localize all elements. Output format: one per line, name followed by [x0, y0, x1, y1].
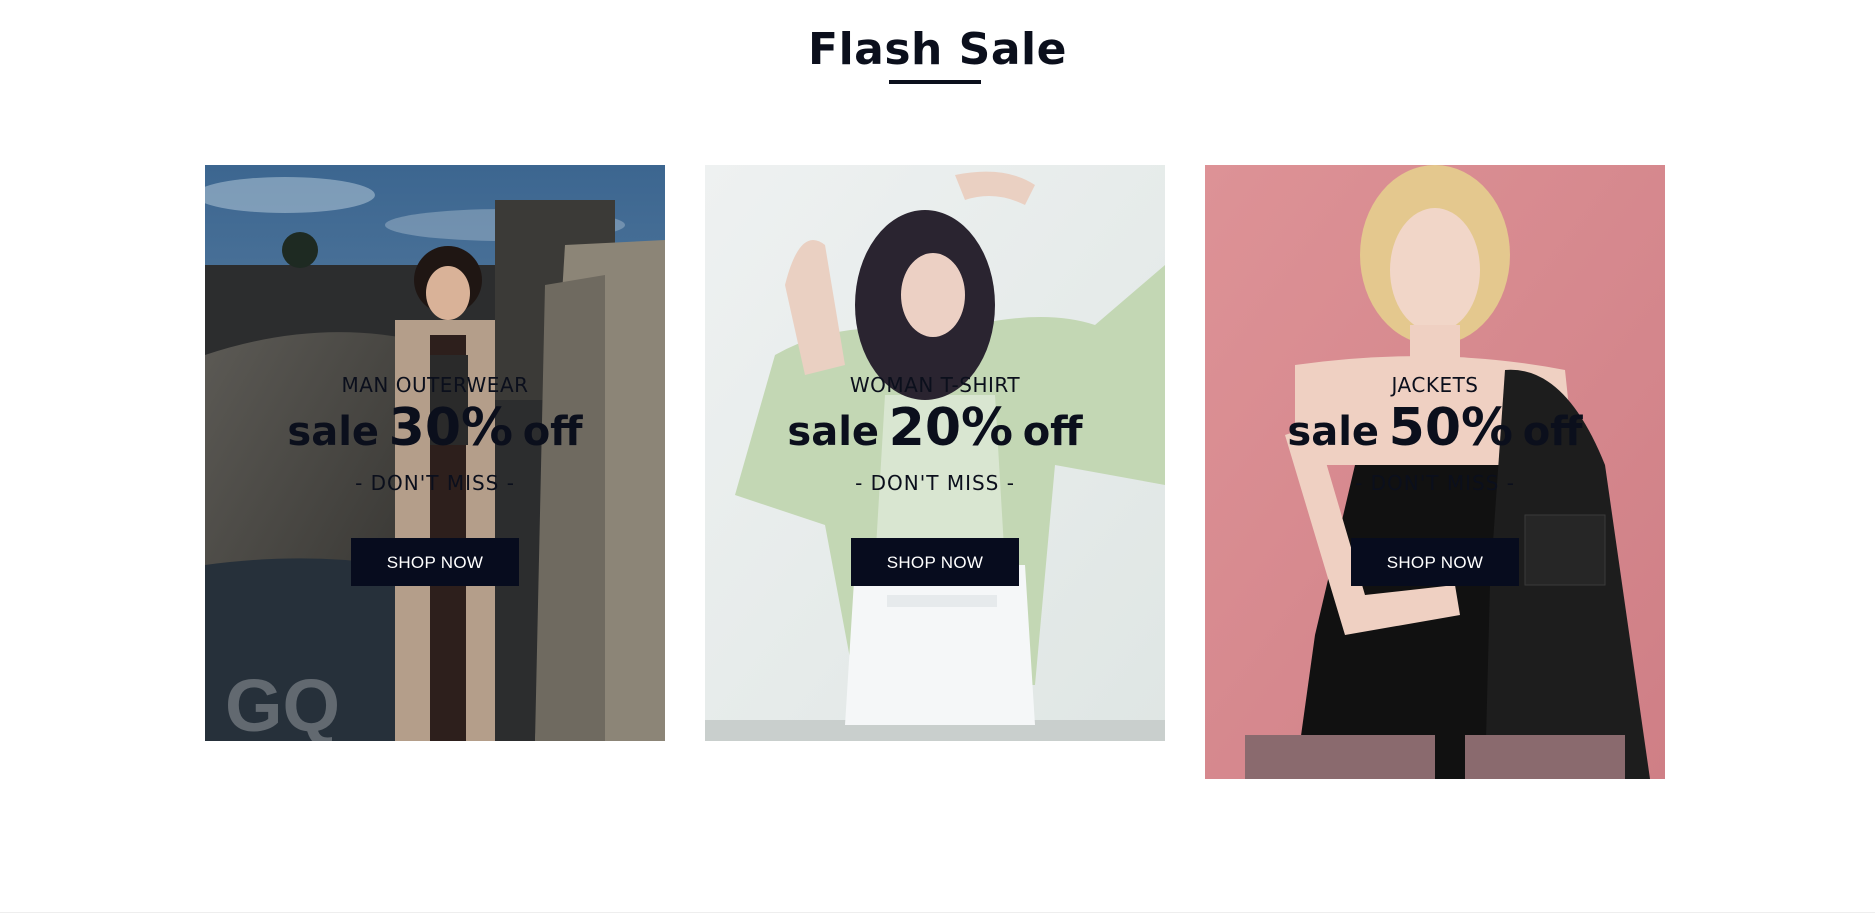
promo-content: JACKETS sale 50% off - DON'T MISS - SHOP… — [1205, 372, 1665, 586]
off-word: off — [522, 409, 583, 455]
promo-content: MAN OUTERWEAR sale 30% off - DON'T MISS … — [205, 372, 665, 586]
discount-percent: 30% — [388, 398, 514, 458]
discount-percent: 50% — [1388, 398, 1514, 458]
off-word: off — [1522, 409, 1583, 455]
promo-discount: sale 20% off — [705, 400, 1165, 468]
gq-watermark: GQ — [225, 664, 340, 741]
promo-discount: sale 50% off — [1205, 400, 1665, 468]
title-underline — [889, 80, 981, 84]
shop-now-button[interactable]: SHOP NOW — [351, 538, 519, 586]
sale-word: sale — [1287, 409, 1380, 455]
promo-card-jackets[interactable]: JACKETS sale 50% off - DON'T MISS - SHOP… — [1205, 165, 1665, 779]
sale-word: sale — [787, 409, 880, 455]
sale-word: sale — [287, 409, 380, 455]
shop-now-button[interactable]: SHOP NOW — [851, 538, 1019, 586]
promo-content: WOMAN T-SHIRT sale 20% off - DON'T MISS … — [705, 372, 1165, 586]
promo-tagline: - DON'T MISS - — [1355, 471, 1515, 495]
promo-discount: sale 30% off — [205, 400, 665, 468]
promo-tagline: - DON'T MISS - — [355, 471, 515, 495]
discount-percent: 20% — [888, 398, 1014, 458]
promo-tagline: - DON'T MISS - — [855, 471, 1015, 495]
section-title: Flash Sale — [808, 24, 1067, 75]
off-word: off — [1022, 409, 1083, 455]
promo-category: WOMAN T-SHIRT — [849, 373, 1021, 397]
promo-card-man-outerwear[interactable]: GQ MAN OUTERWEAR sale 30% off - DON'T MI… — [205, 165, 665, 741]
shop-now-button[interactable]: SHOP NOW — [1351, 538, 1519, 586]
promo-category: MAN OUTERWEAR — [341, 373, 529, 397]
promo-category: JACKETS — [1391, 373, 1479, 397]
flash-sale-page: Flash Sale GQ MAN OUTERWEAR sale 30% off… — [0, 0, 1875, 913]
promo-card-woman-tshirt[interactable]: WOMAN T-SHIRT sale 20% off - DON'T MISS … — [705, 165, 1165, 741]
